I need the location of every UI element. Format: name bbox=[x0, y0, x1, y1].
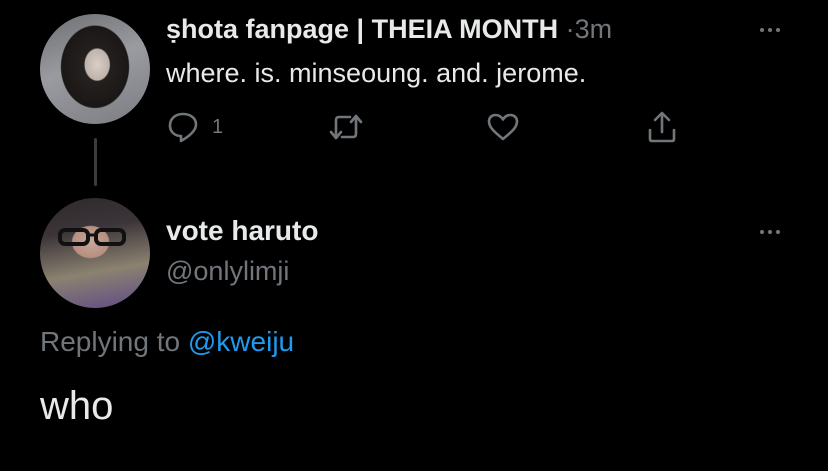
avatar[interactable] bbox=[40, 14, 150, 124]
share-button[interactable] bbox=[646, 110, 678, 144]
tweet-text: who bbox=[40, 384, 114, 428]
tweet-text: where. is. minseoung. and. jerome. bbox=[166, 58, 587, 88]
display-name[interactable]: ṣhota fanpage | THEIA MONTH bbox=[166, 14, 558, 44]
user-handle[interactable]: @onlylimji bbox=[166, 254, 289, 288]
replying-to-line: Replying to @kweiju bbox=[40, 324, 294, 360]
reply-icon bbox=[168, 112, 198, 143]
like-button[interactable] bbox=[486, 112, 520, 142]
retweet-button[interactable] bbox=[328, 112, 364, 142]
avatar[interactable] bbox=[40, 198, 150, 308]
display-name[interactable]: vote haruto bbox=[166, 214, 318, 248]
separator: · bbox=[565, 14, 575, 44]
share-icon bbox=[648, 111, 676, 143]
reply-button[interactable]: 1 bbox=[166, 111, 223, 143]
replying-to-handle-link[interactable]: @kweiju bbox=[188, 326, 294, 357]
more-icon[interactable] bbox=[750, 22, 790, 38]
more-icon[interactable] bbox=[750, 224, 790, 240]
replying-to-label: Replying to bbox=[40, 326, 181, 357]
glasses-graphic bbox=[58, 228, 126, 246]
timestamp[interactable]: 3m bbox=[575, 14, 613, 44]
retweet-icon bbox=[329, 114, 363, 140]
reply-count: 1 bbox=[212, 115, 224, 138]
heart-icon bbox=[487, 113, 519, 141]
thread-line bbox=[94, 138, 97, 186]
tweet-header: ṣhota fanpage | THEIA MONTH ·3m bbox=[166, 12, 612, 46]
